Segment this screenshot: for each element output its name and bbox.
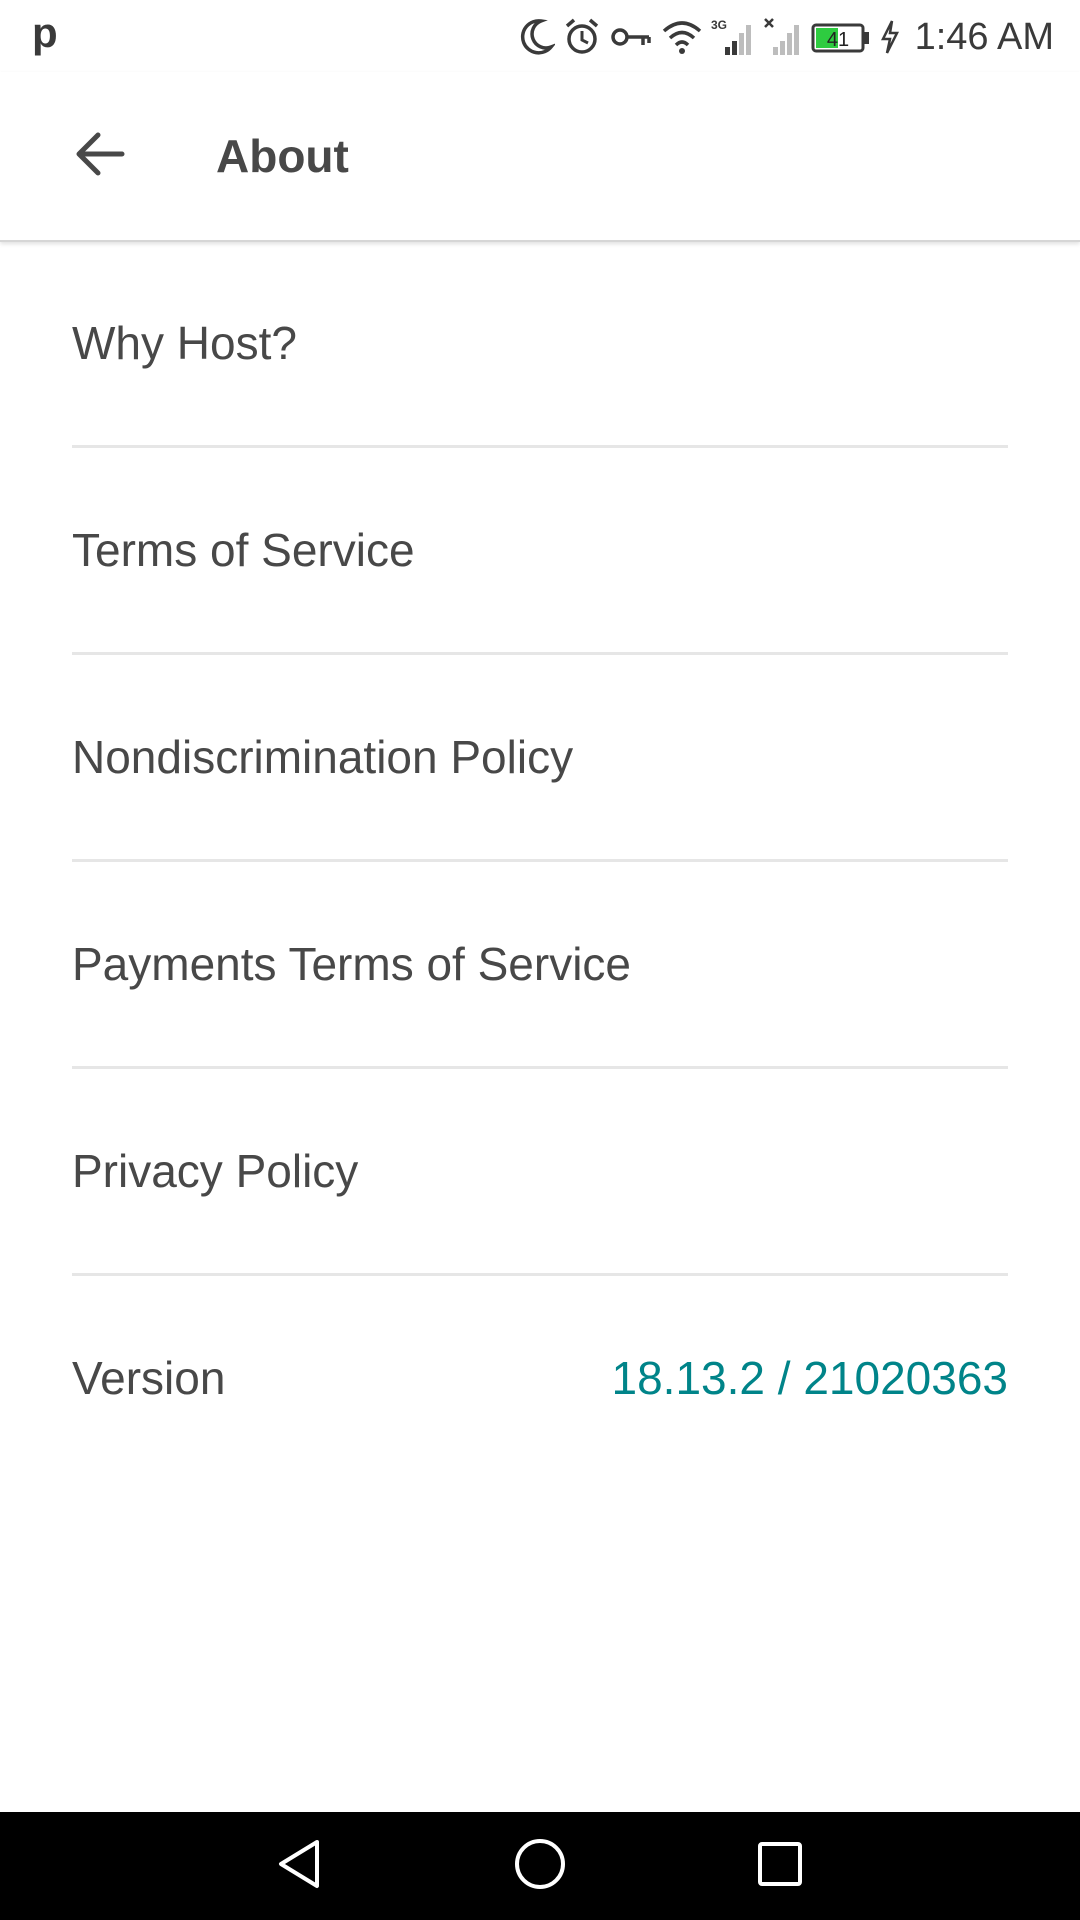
status-time: 1:46 AM [914,16,1054,58]
status-icons: 3G 41 1:46 AM [519,12,1054,62]
menu-item-label: Terms of Service [72,524,415,576]
menu-item-payments-terms-of-service[interactable]: Payments Terms of Service [72,862,1008,1069]
page-title: About [216,130,349,182]
menu-item-label: Payments Terms of Service [72,938,632,990]
toolbar: About [0,72,1080,242]
network-type-label: 3G [711,18,727,32]
menu-item-label: Why Host? [72,317,297,369]
arrow-left-icon [74,130,126,183]
nav-home-button[interactable] [500,1826,580,1906]
moon-icon [519,17,555,57]
menu-item-terms-of-service[interactable]: Terms of Service [72,448,1008,655]
menu-item-label: Privacy Policy [72,1145,359,1197]
menu-item-label: Nondiscrimination Policy [72,731,574,783]
nav-recents-button[interactable] [740,1826,820,1906]
alarm-icon [563,17,601,57]
signal-3g-icon: 3G [711,17,755,57]
about-screen: p 3G 41 1:46 AM About Why Host? Terms of… [0,0,1080,1920]
version-value: 18.13.2 / 21020363 [611,1352,1008,1404]
about-menu-list: Why Host? Terms of Service Nondiscrimina… [72,241,1008,1480]
charging-icon [879,17,901,57]
vpn-key-icon [609,17,653,57]
wifi-icon [661,17,703,57]
status-bar: p 3G 41 1:46 AM [0,0,1080,72]
menu-item-nondiscrimination-policy[interactable]: Nondiscrimination Policy [72,655,1008,862]
battery-level-label: 41 [826,29,848,51]
menu-item-privacy-policy[interactable]: Privacy Policy [72,1069,1008,1276]
menu-item-why-host[interactable]: Why Host? [72,241,1008,448]
version-label: Version [72,1352,226,1404]
notification-app-icon: p [32,9,58,56]
version-row: Version 18.13.2 / 21020363 [72,1276,1008,1480]
signal-no-sim-icon [763,17,803,57]
system-navigation-bar [0,1812,1080,1920]
home-circle-icon [513,1837,567,1896]
nav-back-button[interactable] [260,1826,340,1906]
back-button[interactable] [60,116,140,196]
recents-square-icon [756,1840,804,1893]
back-triangle-icon [275,1838,325,1895]
battery-icon: 41 [811,17,871,57]
